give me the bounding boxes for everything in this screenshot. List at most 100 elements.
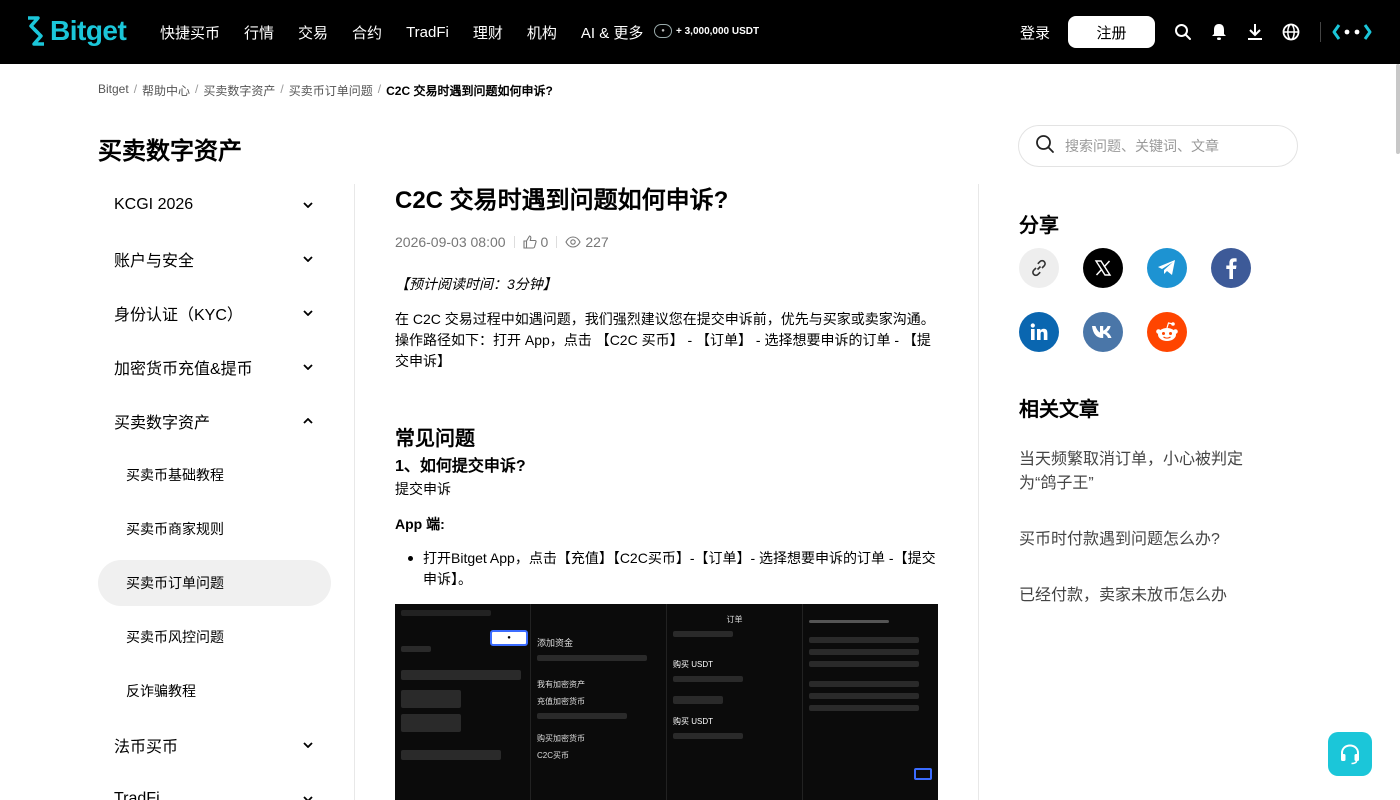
screen-placeholder-row (673, 696, 723, 704)
search-input[interactable] (1065, 138, 1285, 154)
facebook-icon[interactable] (1211, 248, 1251, 288)
help-search[interactable] (1018, 125, 1298, 167)
nav-earn[interactable]: 理财 (473, 22, 503, 43)
search-icon[interactable] (1173, 22, 1193, 42)
chevron-down-icon (303, 740, 313, 750)
sidebar: KCGI 2026 账户与安全 身份认证（KYC） 加密货币充值&提币 买卖数字… (98, 178, 331, 800)
breadcrumb-home[interactable]: Bitget (98, 82, 129, 99)
sidebar-item-kyc[interactable]: 身份认证（KYC） (98, 286, 331, 340)
globe-icon[interactable] (1281, 22, 1301, 42)
related-article-link[interactable]: 当天频繁取消订单，小心被判定为“鸽子王” (1019, 448, 1259, 496)
nav-futures[interactable]: 合约 (352, 22, 382, 43)
screen-buy-crypto: 购买加密货币 (537, 734, 585, 743)
customer-support-button[interactable] (1328, 732, 1372, 776)
view-count: 227 (585, 234, 609, 250)
app-screen-orders: 订单 购买 USDT 购买 USDT (667, 604, 803, 800)
nav-trade[interactable]: 交易 (298, 22, 328, 43)
screen-placeholder-row (809, 705, 919, 711)
screen-placeholder-row (809, 637, 919, 643)
instruction-item: 打开Bitget App，点击【充值】【C2C买币】-【订单】- 选择想要申诉的… (423, 550, 936, 587)
linkedin-icon[interactable] (1019, 312, 1059, 352)
faq-question-1: 1、如何提交申诉? (395, 458, 526, 475)
screen-deposit-button: ● (490, 630, 528, 646)
screen-placeholder-row (401, 690, 461, 708)
download-icon[interactable] (1245, 22, 1265, 42)
screen-placeholder-row (401, 646, 431, 652)
article-intro: 在 C2C 交易过程中如遇问题，我们强烈建议您在提交申诉前，优先与买家或卖家沟通… (395, 311, 935, 369)
screen-placeholder-row (673, 676, 743, 682)
nav-ai-more[interactable]: AI & 更多 (581, 22, 644, 43)
bitget-logo-icon (28, 16, 44, 46)
nav-tradfi[interactable]: TradFi (406, 24, 449, 41)
sidebar-item-tradfi[interactable]: TradFi (98, 772, 331, 800)
nav-divider (1320, 22, 1321, 42)
app-label: App 端: (395, 516, 445, 532)
screen-appeal-button (914, 768, 932, 780)
chevron-down-icon (303, 200, 313, 210)
breadcrumb-buy-sell[interactable]: 买卖数字资产 (203, 82, 275, 99)
promo-banner[interactable]: ● + 3,000,000 USDT (654, 24, 759, 38)
screen-placeholder-row (673, 733, 743, 739)
like-count: 0 (540, 234, 549, 250)
related-title: 相关文章 (1019, 399, 1099, 421)
bitget-logo[interactable]: Bitget (24, 15, 127, 47)
eye-icon (565, 236, 581, 248)
sidebar-subitem-merchant-rules[interactable]: 买卖币商家规则 (98, 502, 331, 556)
sidebar-item-label: KCGI 2026 (114, 196, 194, 213)
login-link[interactable]: 登录 (1020, 22, 1050, 43)
faq-answer-1: 提交申诉 (395, 481, 451, 497)
bell-icon[interactable] (1209, 22, 1229, 42)
screen-progress-bar (809, 620, 889, 623)
chevron-up-icon (303, 416, 313, 426)
share-title: 分享 (1019, 215, 1059, 237)
faq-heading: 常见问题 (395, 428, 475, 450)
related-article-link[interactable]: 已经付款，卖家未放币怎么办 (1019, 584, 1259, 608)
breadcrumb-current: C2C 交易时遇到问题如何申诉? (386, 84, 553, 98)
breadcrumb-separator: / (195, 82, 199, 96)
screen-order-2: 购买 USDT (673, 717, 713, 726)
logo-text: Bitget (50, 15, 127, 46)
sidebar-subitem-anti-fraud[interactable]: 反诈骗教程 (98, 664, 331, 718)
related-articles: 当天频繁取消订单，小心被判定为“鸽子王” 买币时付款遇到问题怎么办? 已经付款，… (1019, 448, 1259, 640)
sidebar-item-deposit-withdraw[interactable]: 加密货币充值&提币 (98, 340, 331, 394)
vk-icon[interactable] (1083, 312, 1123, 352)
app-screen-order-detail (803, 604, 938, 800)
screen-placeholder-row (809, 649, 919, 655)
article-date: 2026-09-03 08:00 (395, 234, 506, 250)
telegram-icon[interactable] (1147, 248, 1187, 288)
nav-quick-buy[interactable]: 快捷买币 (160, 22, 220, 43)
sidebar-item-account-security[interactable]: 账户与安全 (98, 232, 331, 286)
x-icon[interactable] (1083, 248, 1123, 288)
column-divider (978, 184, 979, 800)
meta-divider (513, 236, 515, 248)
sidebar-subitem-order-issues[interactable]: 买卖币订单问题 (98, 560, 331, 606)
breadcrumb-separator: / (377, 82, 382, 96)
related-article-link[interactable]: 买币时付款遇到问题怎么办? (1019, 528, 1259, 552)
reddit-icon[interactable] (1147, 312, 1187, 352)
thumbs-up-icon[interactable] (522, 235, 537, 249)
sidebar-subitem-basics[interactable]: 买卖币基础教程 (98, 448, 331, 502)
sidebar-item-buy-sell[interactable]: 买卖数字资产 (98, 394, 331, 448)
headset-icon (1341, 744, 1359, 765)
instruction-list: 打开Bitget App，点击【充值】【C2C买币】-【订单】- 选择想要申诉的… (395, 548, 938, 590)
screen-placeholder-row (401, 750, 501, 760)
link-icon[interactable] (1019, 248, 1059, 288)
sidebar-item-label: 买卖数字资产 (114, 415, 211, 432)
register-button[interactable]: 注册 (1068, 16, 1155, 48)
sidebar-item-kcgi[interactable]: KCGI 2026 (98, 178, 331, 232)
sidebar-subitem-risk-control[interactable]: 买卖币风控问题 (98, 610, 331, 664)
breadcrumb: Bitget / 帮助中心 / 买卖数字资产 / 买卖币订单问题 / C2C 交易时遇到… (98, 82, 553, 99)
page-scrollbar[interactable] (1396, 64, 1400, 154)
wallet-connect-icon[interactable] (1332, 22, 1372, 42)
sidebar-item-label: TradFi (114, 790, 160, 800)
breadcrumb-help-center[interactable]: 帮助中心 (142, 82, 190, 99)
nav-institutional[interactable]: 机构 (527, 22, 557, 43)
screen-add-funds-title: 添加资金 (537, 638, 574, 648)
screen-c2c-buy: C2C买币 (537, 751, 570, 760)
screen-placeholder-row (537, 713, 627, 719)
nav-markets[interactable]: 行情 (244, 22, 274, 43)
screen-placeholder-row (809, 681, 919, 687)
sidebar-item-fiat-buy[interactable]: 法币买币 (98, 718, 331, 772)
article-title: C2C 交易时遇到问题如何申诉? (395, 187, 729, 214)
breadcrumb-order-issues[interactable]: 买卖币订单问题 (289, 82, 373, 99)
